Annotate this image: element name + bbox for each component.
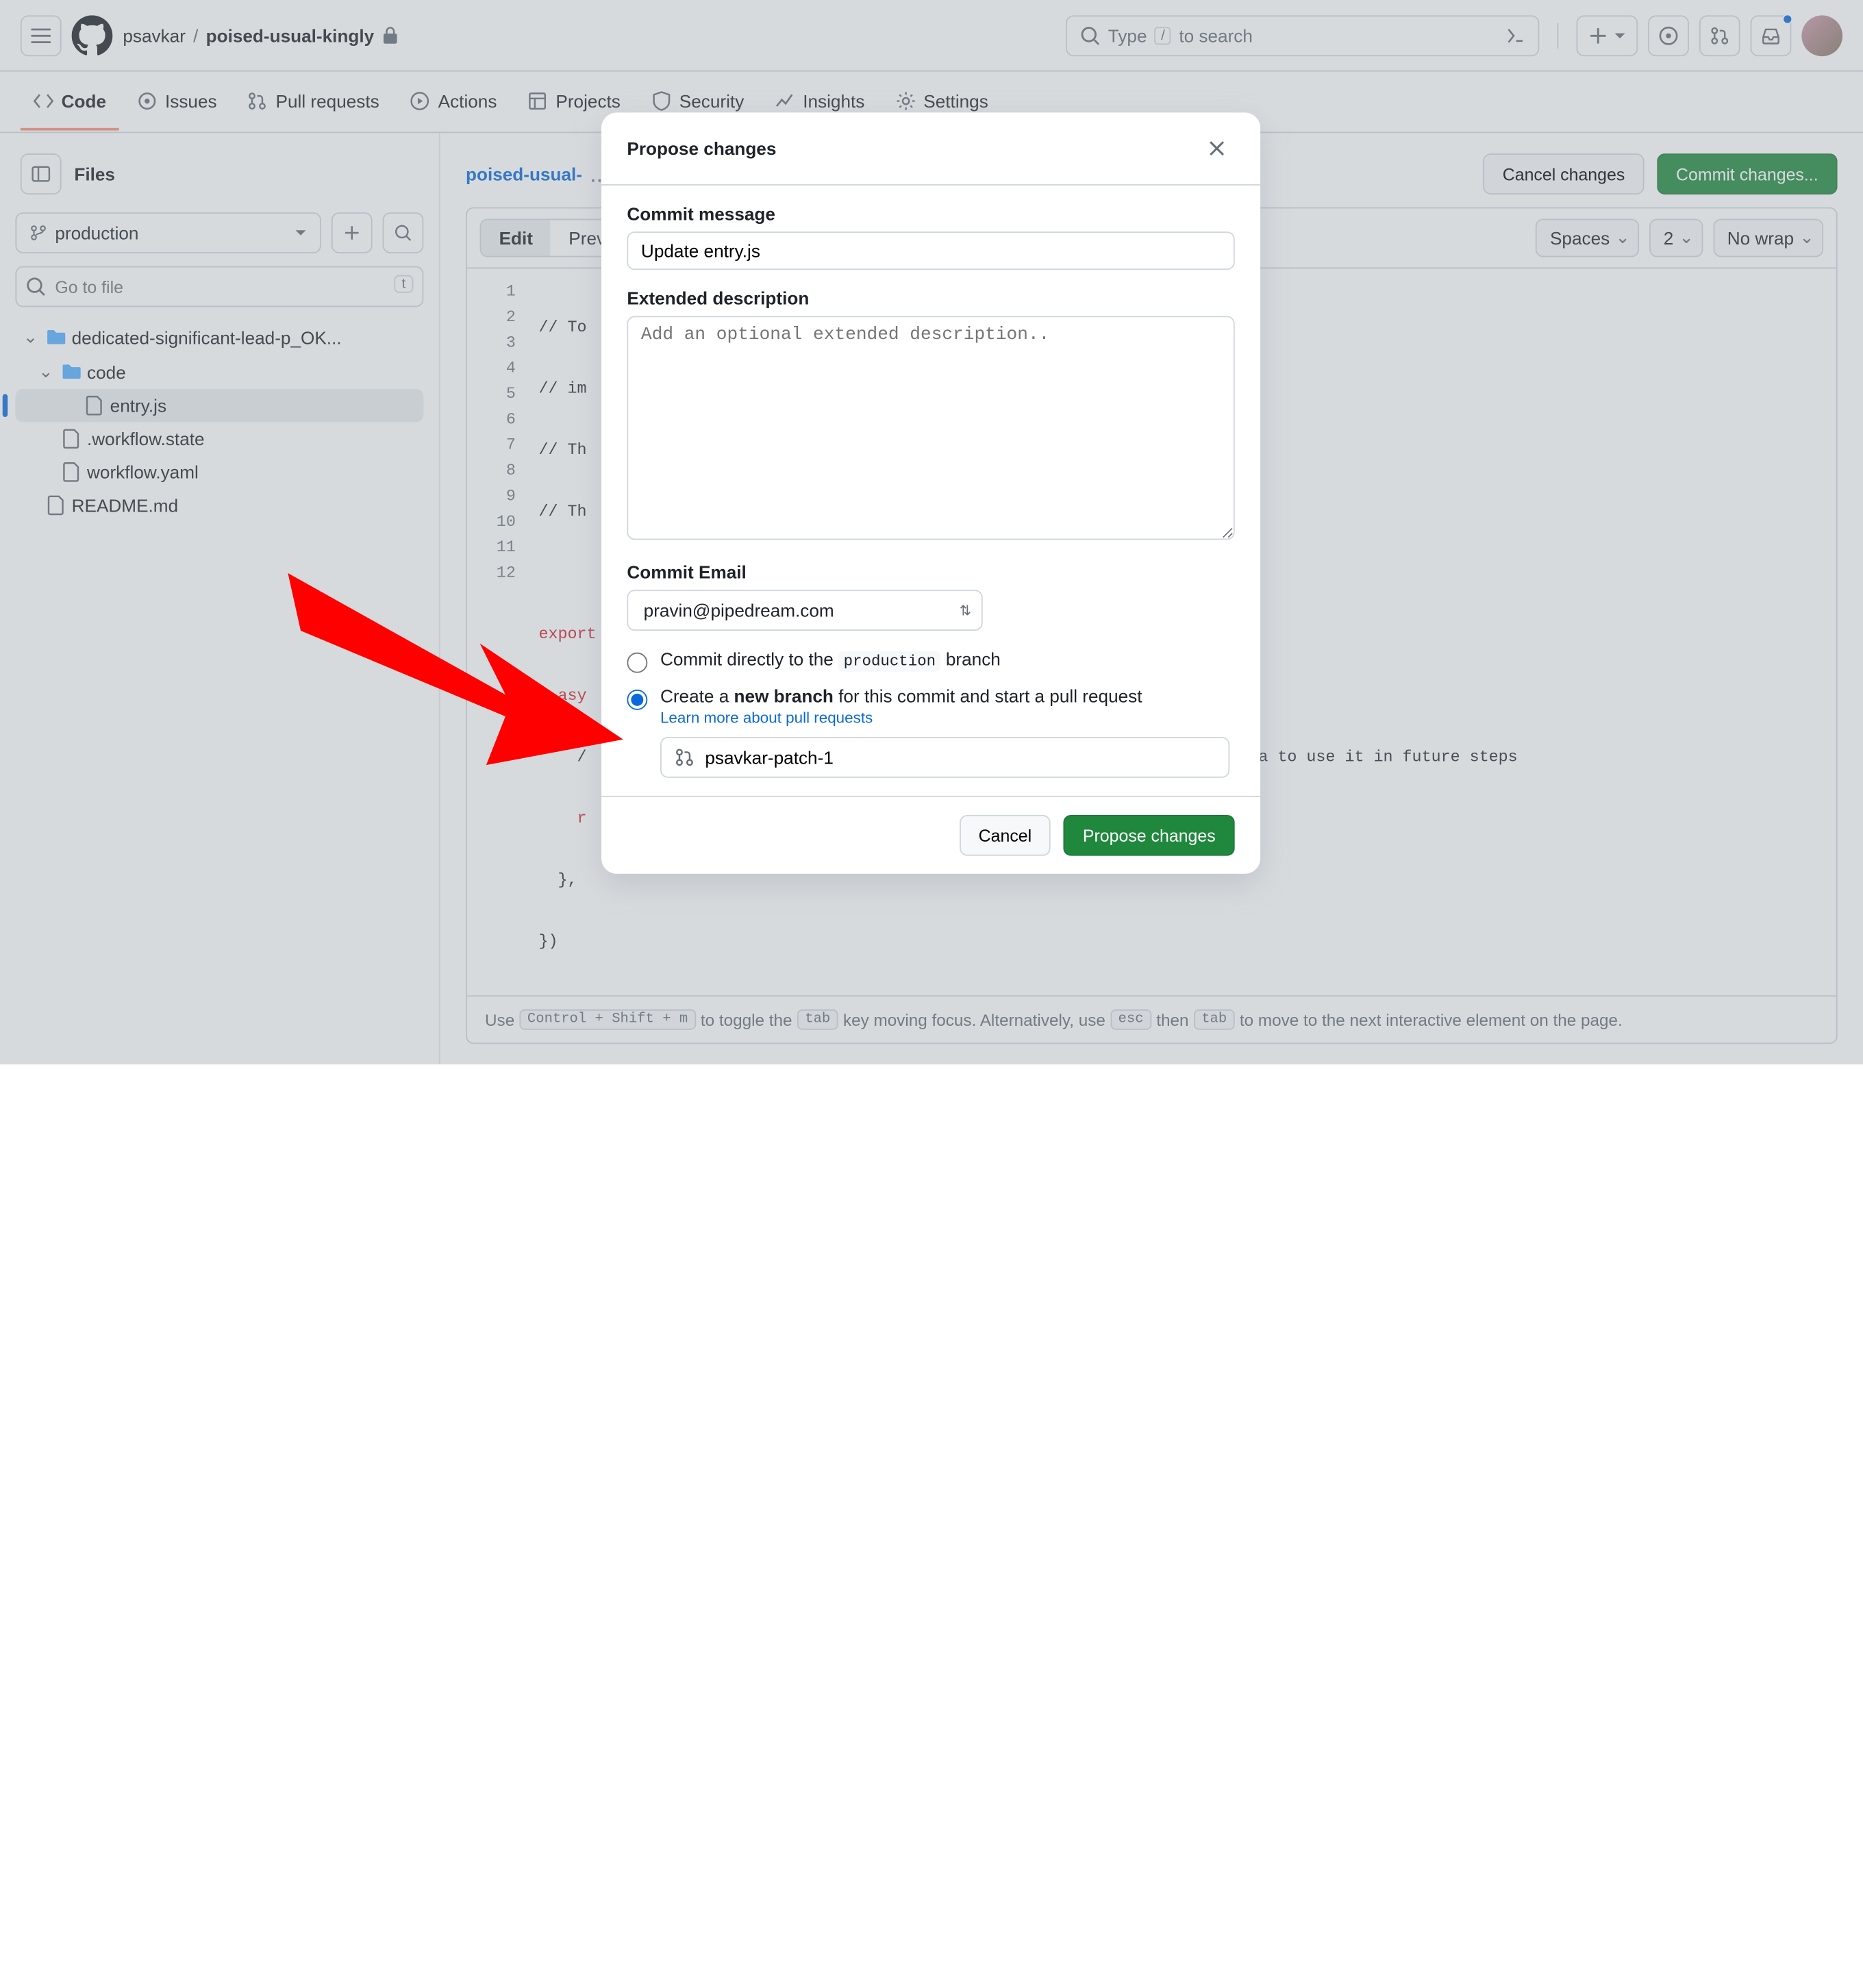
radio-commit-direct[interactable] bbox=[627, 653, 647, 673]
commit-msg-input[interactable] bbox=[627, 231, 1234, 270]
modal-title: Propose changes bbox=[627, 138, 776, 159]
close-icon bbox=[1207, 138, 1227, 159]
commit-msg-label: Commit message bbox=[627, 203, 1234, 224]
modal-close-button[interactable] bbox=[1199, 131, 1234, 166]
propose-changes-modal: Propose changes Commit message Extended … bbox=[601, 112, 1260, 874]
modal-propose-button[interactable]: Propose changes bbox=[1064, 815, 1235, 856]
radio-new-branch-label: Create a new branch for this commit and … bbox=[660, 685, 1142, 727]
ext-desc-label: Extended description bbox=[627, 288, 1234, 308]
pr-icon bbox=[675, 747, 695, 768]
modal-cancel-button[interactable]: Cancel bbox=[960, 815, 1051, 856]
radio-direct-label: Commit directly to the production branch bbox=[660, 649, 1001, 670]
ext-desc-textarea[interactable] bbox=[627, 316, 1234, 540]
commit-email-select[interactable]: pravin@pipedream.com bbox=[627, 590, 982, 631]
learn-more-link[interactable]: Learn more about pull requests bbox=[660, 709, 873, 727]
branch-name-input-wrap bbox=[660, 737, 1229, 778]
branch-name-input[interactable] bbox=[705, 747, 1215, 768]
radio-new-branch[interactable] bbox=[627, 690, 647, 710]
email-value: pravin@pipedream.com bbox=[644, 600, 834, 620]
commit-email-label: Commit Email bbox=[627, 562, 1234, 582]
